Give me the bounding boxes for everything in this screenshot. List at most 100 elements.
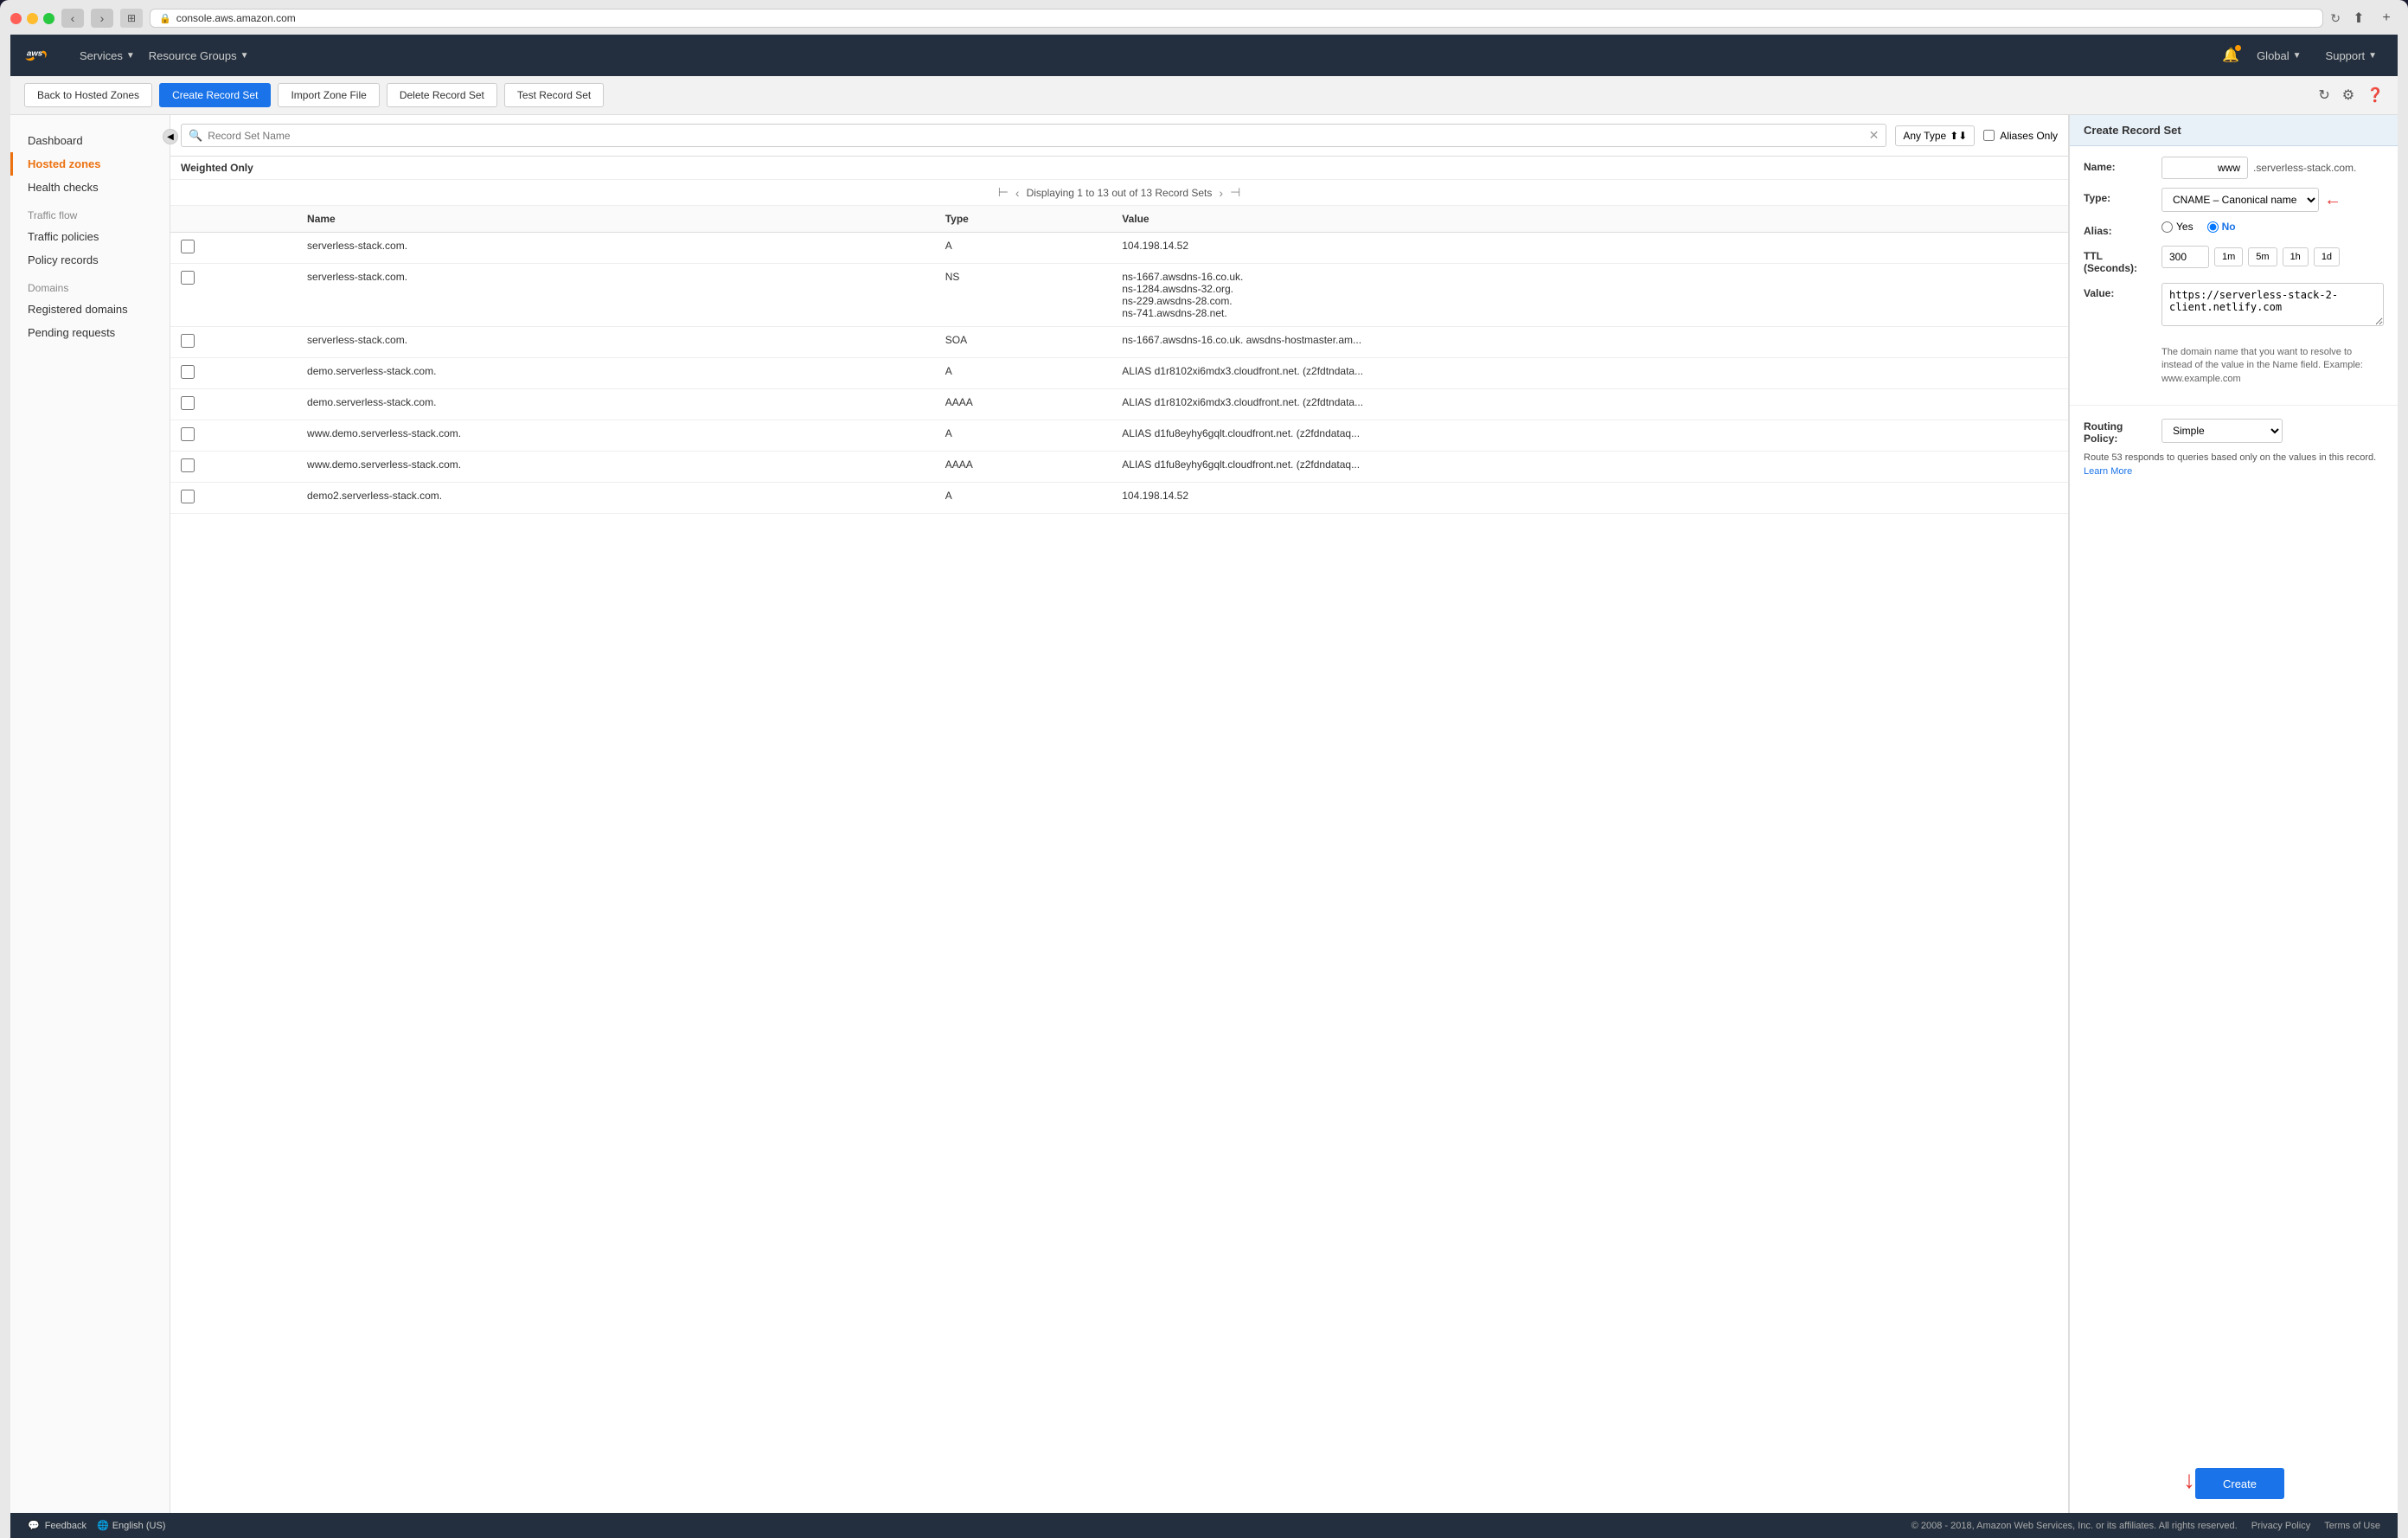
- row-checkbox[interactable]: [181, 490, 195, 503]
- type-select[interactable]: Any Type ⬆⬇: [1895, 125, 1975, 146]
- ttl-5m-button[interactable]: 5m: [2248, 247, 2277, 266]
- value-label: Value:: [2084, 283, 2153, 299]
- table-row[interactable]: www.demo.serverless-stack.com. A ALIAS d…: [170, 420, 2068, 452]
- footer-left: 💬 Feedback 🌐 English (US): [28, 1520, 165, 1531]
- help-icon[interactable]: ❓: [2366, 87, 2384, 104]
- sidebar-item-pending-requests[interactable]: Pending requests: [10, 321, 170, 344]
- create-button[interactable]: Create: [2195, 1468, 2284, 1499]
- row-checkbox[interactable]: [181, 271, 195, 285]
- ttl-1m-button[interactable]: 1m: [2214, 247, 2243, 266]
- delete-record-set-button[interactable]: Delete Record Set: [387, 83, 497, 107]
- row-value: 104.198.14.52: [1111, 233, 2068, 264]
- record-list-panel: 🔍 ✕ Any Type ⬆⬇ Aliases Only: [170, 115, 2069, 1513]
- table-row[interactable]: demo.serverless-stack.com. AAAA ALIAS d1…: [170, 389, 2068, 420]
- back-nav-button[interactable]: ‹: [61, 9, 84, 28]
- minimize-button[interactable]: [27, 13, 38, 24]
- ttl-1d-button[interactable]: 1d: [2314, 247, 2340, 266]
- table-row[interactable]: serverless-stack.com. A 104.198.14.52: [170, 233, 2068, 264]
- first-page-button[interactable]: ⊢: [998, 185, 1009, 200]
- row-checkbox-cell[interactable]: [170, 452, 297, 483]
- row-checkbox-cell[interactable]: [170, 389, 297, 420]
- row-name: demo2.serverless-stack.com.: [297, 483, 935, 514]
- row-checkbox[interactable]: [181, 427, 195, 441]
- table-row[interactable]: www.demo.serverless-stack.com. AAAA ALIA…: [170, 452, 2068, 483]
- sidebar-item-traffic-policies[interactable]: Traffic policies: [10, 225, 170, 248]
- value-hint: The domain name that you want to resolve…: [2084, 341, 2384, 386]
- alias-no-option[interactable]: No: [2207, 221, 2236, 233]
- alias-yes-radio[interactable]: [2161, 221, 2173, 233]
- global-chevron: ▼: [2293, 51, 2302, 61]
- address-bar[interactable]: 🔒 console.aws.amazon.com: [150, 9, 2323, 28]
- row-checkbox-cell[interactable]: [170, 327, 297, 358]
- domains-section-label: Domains: [10, 272, 170, 298]
- sidebar-item-health-checks[interactable]: Health checks: [10, 176, 170, 199]
- row-checkbox[interactable]: [181, 365, 195, 379]
- import-zone-file-button[interactable]: Import Zone File: [278, 83, 379, 107]
- terms-of-use-link[interactable]: Terms of Use: [2324, 1521, 2380, 1531]
- forward-nav-button[interactable]: ›: [91, 9, 113, 28]
- table-row[interactable]: demo2.serverless-stack.com. A 104.198.14…: [170, 483, 2068, 514]
- table-row[interactable]: serverless-stack.com. SOA ns-1667.awsdns…: [170, 327, 2068, 358]
- prev-page-button[interactable]: ‹: [1015, 186, 1020, 200]
- row-checkbox[interactable]: [181, 396, 195, 410]
- sidebar-item-hosted-zones[interactable]: Hosted zones: [10, 152, 170, 176]
- sidebar-item-policy-records[interactable]: Policy records: [10, 248, 170, 272]
- type-select-input[interactable]: CNAME – Canonical name A – IPv4 address …: [2161, 188, 2319, 212]
- search-box: 🔍 ✕: [181, 124, 1886, 147]
- row-checkbox[interactable]: [181, 334, 195, 348]
- share-button[interactable]: ⬆: [2347, 9, 2370, 28]
- type-label: Type:: [2084, 188, 2153, 204]
- global-nav[interactable]: Global ▼: [2250, 46, 2308, 66]
- routing-policy-select[interactable]: Simple Weighted Latency Failover Geoloca…: [2161, 419, 2283, 443]
- type-column-header: Type: [935, 206, 1112, 233]
- ttl-1h-button[interactable]: 1h: [2283, 247, 2309, 266]
- table-row[interactable]: demo.serverless-stack.com. A ALIAS d1r81…: [170, 358, 2068, 389]
- alias-yes-option[interactable]: Yes: [2161, 221, 2193, 233]
- next-page-button[interactable]: ›: [1219, 186, 1223, 200]
- name-input[interactable]: [2161, 157, 2248, 179]
- services-nav[interactable]: Services ▼: [73, 46, 142, 66]
- back-to-hosted-zones-button[interactable]: Back to Hosted Zones: [24, 83, 152, 107]
- create-record-set-button[interactable]: Create Record Set: [159, 83, 271, 107]
- support-nav[interactable]: Support ▼: [2319, 46, 2384, 66]
- row-checkbox-cell[interactable]: [170, 264, 297, 327]
- row-checkbox-cell[interactable]: [170, 358, 297, 389]
- row-checkbox-cell[interactable]: [170, 420, 297, 452]
- sidebar-item-registered-domains[interactable]: Registered domains: [10, 298, 170, 321]
- tab-view-button[interactable]: ⊞: [120, 9, 143, 28]
- name-form-row: Name: .serverless-stack.com.: [2084, 157, 2384, 179]
- resource-groups-nav[interactable]: Resource Groups ▼: [142, 46, 256, 66]
- ttl-control: 1m 5m 1h 1d: [2161, 246, 2384, 268]
- reload-button[interactable]: ↻: [2330, 11, 2341, 26]
- language-selector[interactable]: 🌐 English (US): [97, 1520, 165, 1531]
- row-checkbox[interactable]: [181, 458, 195, 472]
- row-name: demo.serverless-stack.com.: [297, 389, 935, 420]
- value-form-row: Value: https://serverless-stack-2-client…: [2084, 283, 2384, 386]
- record-set-name-input[interactable]: [208, 130, 1863, 142]
- close-button[interactable]: [10, 13, 22, 24]
- notifications-button[interactable]: 🔔: [2222, 47, 2239, 64]
- new-tab-button[interactable]: +: [2375, 9, 2398, 28]
- clear-search-icon[interactable]: ✕: [1869, 128, 1880, 143]
- value-textarea[interactable]: https://serverless-stack-2-client.netlif…: [2161, 283, 2384, 326]
- table-row[interactable]: serverless-stack.com. NS ns-1667.awsdns-…: [170, 264, 2068, 327]
- feedback-button[interactable]: 💬 Feedback: [28, 1520, 86, 1531]
- sidebar-item-dashboard[interactable]: Dashboard: [10, 129, 170, 152]
- last-page-button[interactable]: ⊣: [1230, 185, 1240, 200]
- aws-logo[interactable]: aws: [24, 45, 55, 66]
- alias-no-radio[interactable]: [2207, 221, 2219, 233]
- learn-more-link[interactable]: Learn More: [2084, 466, 2132, 477]
- maximize-button[interactable]: [43, 13, 54, 24]
- sidebar-collapse-button[interactable]: ◀: [163, 129, 178, 144]
- row-checkbox-cell[interactable]: [170, 483, 297, 514]
- settings-icon[interactable]: ⚙: [2342, 87, 2354, 104]
- test-record-set-button[interactable]: Test Record Set: [504, 83, 604, 107]
- row-checkbox-cell[interactable]: [170, 233, 297, 264]
- row-type: A: [935, 420, 1112, 452]
- copyright-text: © 2008 - 2018, Amazon Web Services, Inc.…: [1912, 1521, 2238, 1531]
- refresh-icon[interactable]: ↻: [2318, 87, 2329, 104]
- privacy-policy-link[interactable]: Privacy Policy: [2251, 1521, 2310, 1531]
- row-checkbox[interactable]: [181, 240, 195, 253]
- ttl-input[interactable]: [2161, 246, 2209, 268]
- alias-only-checkbox[interactable]: [1983, 130, 1995, 141]
